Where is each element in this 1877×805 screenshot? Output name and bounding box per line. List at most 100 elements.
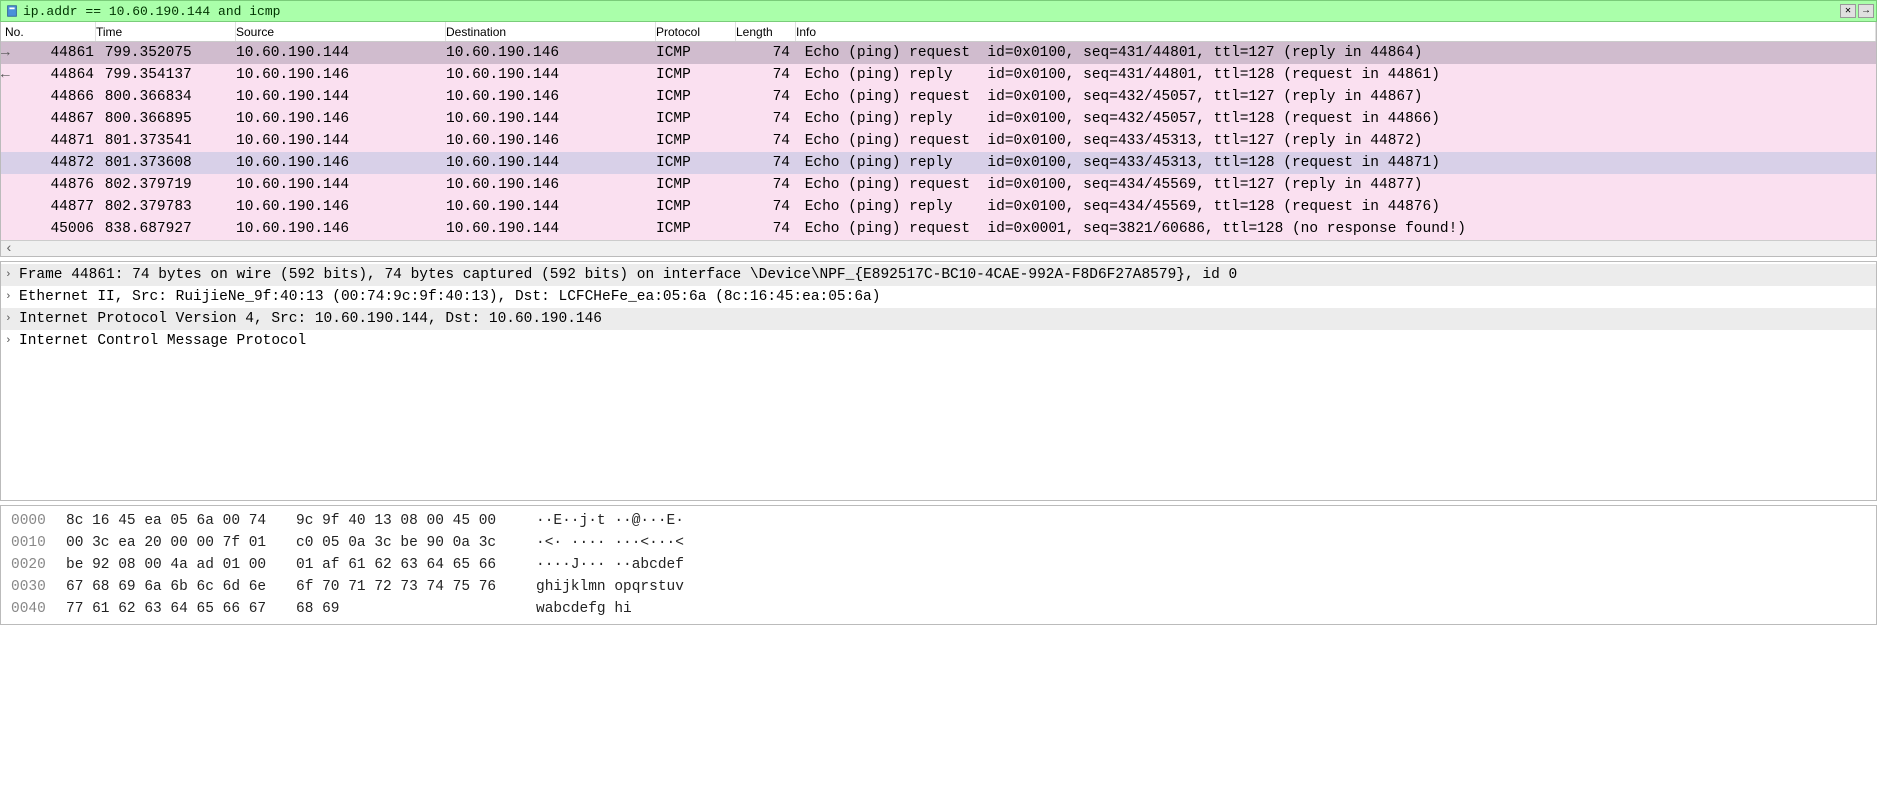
detail-tree-item[interactable]: ›Frame 44861: 74 bytes on wire (592 bits… [1, 264, 1876, 286]
cell-info: Echo (ping) request id=0x0100, seq=433/4… [796, 133, 1876, 149]
cell-time: 801.373608 [96, 155, 236, 171]
cell-destination: 10.60.190.144 [446, 199, 656, 215]
col-header-no[interactable]: No. [1, 22, 96, 41]
cell-source: 10.60.190.146 [236, 199, 446, 215]
packet-details-panel: ›Frame 44861: 74 bytes on wire (592 bits… [0, 261, 1877, 501]
detail-text: Internet Protocol Version 4, Src: 10.60.… [19, 311, 602, 327]
packet-row[interactable]: 44871 801.37354110.60.190.14410.60.190.1… [1, 130, 1876, 152]
cell-length: 74 [736, 199, 796, 215]
cell-time: 802.379719 [96, 177, 236, 193]
display-filter-bar: ✕ → [0, 0, 1877, 22]
bytes-row[interactable]: 003067 68 69 6a 6b 6c 6d 6e6f 70 71 72 7… [1, 576, 1876, 598]
packet-row[interactable]: 44872 801.37360810.60.190.14610.60.190.1… [1, 152, 1876, 174]
col-header-time[interactable]: Time [96, 22, 236, 41]
cell-no: 44877 [1, 199, 96, 215]
hex-group-1: 00 3c ea 20 00 00 7f 01 [66, 535, 296, 551]
chevron-right-icon[interactable]: › [5, 335, 19, 347]
cell-no: 44871 [1, 133, 96, 149]
cell-no: 44876 [1, 177, 96, 193]
col-header-length[interactable]: Length [736, 22, 796, 41]
byte-offset: 0030 [11, 579, 66, 595]
ascii-text: ··E··j·t ··@···E· [536, 513, 684, 529]
hex-group-1: 67 68 69 6a 6b 6c 6d 6e [66, 579, 296, 595]
col-header-protocol[interactable]: Protocol [656, 22, 736, 41]
packet-row[interactable]: 44877 802.37978310.60.190.14610.60.190.1… [1, 196, 1876, 218]
cell-info: Echo (ping) request id=0x0100, seq=434/4… [796, 177, 1876, 193]
bytes-row[interactable]: 00008c 16 45 ea 05 6a 00 749c 9f 40 13 0… [1, 510, 1876, 532]
relation-arrow-icon: ← [1, 67, 29, 83]
col-header-source[interactable]: Source [236, 22, 446, 41]
col-header-info[interactable]: Info [796, 22, 1876, 41]
chevron-right-icon[interactable]: › [5, 291, 19, 303]
cell-protocol: ICMP [656, 67, 736, 83]
cell-time: 799.352075 [96, 45, 236, 61]
bytes-row[interactable]: 004077 61 62 63 64 65 66 6768 69wabcdefg… [1, 598, 1876, 620]
packet-row[interactable]: 44876 802.37971910.60.190.14410.60.190.1… [1, 174, 1876, 196]
detail-tree-item[interactable]: ›Internet Protocol Version 4, Src: 10.60… [1, 308, 1876, 330]
hex-group-1: 77 61 62 63 64 65 66 67 [66, 601, 296, 617]
cell-destination: 10.60.190.146 [446, 133, 656, 149]
packet-row[interactable]: 45006 838.68792710.60.190.14610.60.190.1… [1, 218, 1876, 240]
hex-group-2: 6f 70 71 72 73 74 75 76 [296, 579, 536, 595]
cell-source: 10.60.190.144 [236, 89, 446, 105]
packet-row[interactable]: 44867 800.36689510.60.190.14610.60.190.1… [1, 108, 1876, 130]
cell-no: 44872 [1, 155, 96, 171]
display-filter-input[interactable] [23, 4, 1876, 19]
cell-time: 800.366834 [96, 89, 236, 105]
cell-source: 10.60.190.144 [236, 177, 446, 193]
cell-no: 44867 [1, 111, 96, 127]
chevron-right-icon[interactable]: › [5, 313, 19, 325]
ascii-text: ghijklmn opqrstuv [536, 579, 684, 595]
packet-list-header: No. Time Source Destination Protocol Len… [1, 22, 1876, 42]
cell-destination: 10.60.190.144 [446, 221, 656, 237]
cell-protocol: ICMP [656, 133, 736, 149]
byte-offset: 0020 [11, 557, 66, 573]
cell-time: 801.373541 [96, 133, 236, 149]
scroll-left-icon[interactable]: ‹ [1, 241, 17, 257]
cell-destination: 10.60.190.146 [446, 89, 656, 105]
cell-info: Echo (ping) reply id=0x0100, seq=432/450… [796, 111, 1876, 127]
cell-length: 74 [736, 133, 796, 149]
ascii-text: ····J··· ··abcdef [536, 557, 684, 573]
packet-row[interactable]: 44866 800.36683410.60.190.14410.60.190.1… [1, 86, 1876, 108]
byte-offset: 0010 [11, 535, 66, 551]
cell-info: Echo (ping) request id=0x0100, seq=431/4… [796, 45, 1876, 61]
cell-destination: 10.60.190.144 [446, 67, 656, 83]
bookmark-icon[interactable] [4, 3, 20, 19]
byte-offset: 0040 [11, 601, 66, 617]
bytes-row[interactable]: 001000 3c ea 20 00 00 7f 01c0 05 0a 3c b… [1, 532, 1876, 554]
hex-group-1: 8c 16 45 ea 05 6a 00 74 [66, 513, 296, 529]
cell-source: 10.60.190.146 [236, 111, 446, 127]
cell-time: 838.687927 [96, 221, 236, 237]
cell-length: 74 [736, 177, 796, 193]
relation-arrow-icon: → [1, 45, 29, 61]
byte-offset: 0000 [11, 513, 66, 529]
cell-length: 74 [736, 89, 796, 105]
apply-filter-button[interactable]: → [1858, 4, 1874, 18]
ascii-text: ·<· ···· ···<···< [536, 535, 684, 551]
cell-protocol: ICMP [656, 111, 736, 127]
cell-protocol: ICMP [656, 89, 736, 105]
packet-row[interactable]: ←44864 799.35413710.60.190.14610.60.190.… [1, 64, 1876, 86]
packet-row[interactable]: →44861 799.35207510.60.190.14410.60.190.… [1, 42, 1876, 64]
detail-tree-item[interactable]: ›Ethernet II, Src: RuijieNe_9f:40:13 (00… [1, 286, 1876, 308]
cell-info: Echo (ping) reply id=0x0100, seq=431/448… [796, 67, 1876, 83]
packet-bytes-panel: 00008c 16 45 ea 05 6a 00 749c 9f 40 13 0… [0, 505, 1877, 625]
cell-source: 10.60.190.146 [236, 221, 446, 237]
packet-list-panel: No. Time Source Destination Protocol Len… [0, 22, 1877, 257]
cell-destination: 10.60.190.144 [446, 111, 656, 127]
horizontal-scrollbar[interactable]: ‹ [1, 240, 1876, 256]
cell-destination: 10.60.190.146 [446, 45, 656, 61]
cell-protocol: ICMP [656, 199, 736, 215]
cell-info: Echo (ping) reply id=0x0100, seq=434/455… [796, 199, 1876, 215]
col-header-destination[interactable]: Destination [446, 22, 656, 41]
cell-info: Echo (ping) request id=0x0100, seq=432/4… [796, 89, 1876, 105]
detail-tree-item[interactable]: ›Internet Control Message Protocol [1, 330, 1876, 352]
chevron-right-icon[interactable]: › [5, 269, 19, 281]
ascii-text: wabcdefg hi [536, 601, 632, 617]
clear-filter-button[interactable]: ✕ [1840, 4, 1856, 18]
cell-time: 799.354137 [96, 67, 236, 83]
hex-group-2: 68 69 [296, 601, 536, 617]
cell-info: Echo (ping) request id=0x0001, seq=3821/… [796, 221, 1876, 237]
bytes-row[interactable]: 0020be 92 08 00 4a ad 01 0001 af 61 62 6… [1, 554, 1876, 576]
